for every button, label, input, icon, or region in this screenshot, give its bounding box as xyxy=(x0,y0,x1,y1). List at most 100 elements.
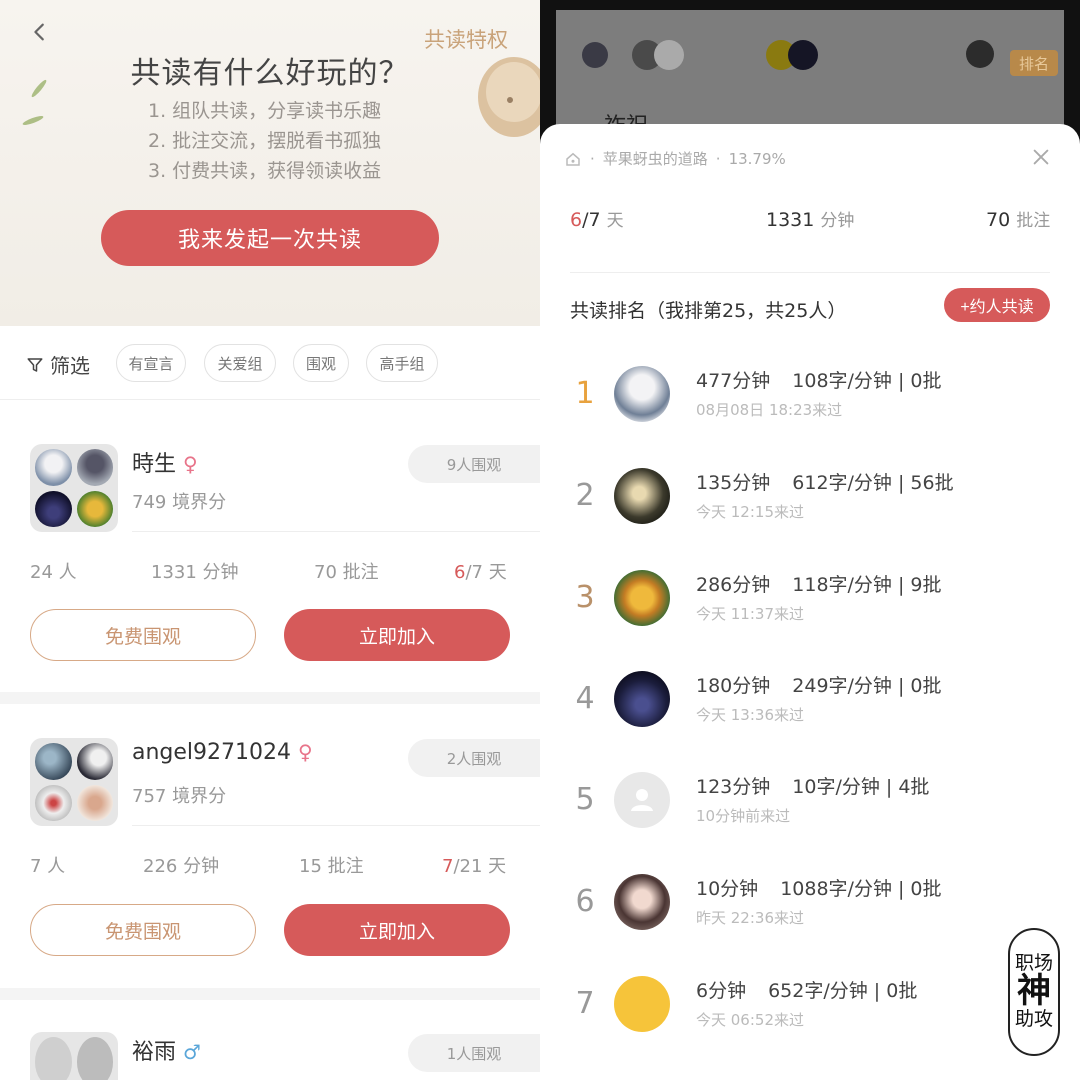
reader-avatar[interactable] xyxy=(614,671,670,727)
rank-stats: 180分钟 249字/分钟 | 0批 xyxy=(696,671,942,698)
rank-row[interactable]: 7 6分钟 652字/分钟 | 0批 今天 06:52来过 xyxy=(540,962,1080,1062)
invite-read-button[interactable]: +约人共读 xyxy=(944,288,1050,322)
member-avatar xyxy=(35,449,72,486)
watcher-count-badge: 2人围观 xyxy=(408,739,540,777)
female-icon: ♀ xyxy=(183,452,198,476)
member-avatar xyxy=(35,784,72,821)
minutes-stat: 1331 分钟 xyxy=(766,206,854,231)
rank-speed-notes: 249字/分钟 | 0批 xyxy=(792,675,942,697)
ranking-title: 共读排名（我排第25，共25人） xyxy=(570,300,847,322)
home-icon xyxy=(566,152,580,166)
filter-chip-declaration[interactable]: 有宣言 xyxy=(116,344,186,382)
rank-row[interactable]: 1 477分钟 108字/分钟 | 0批 08月08日 18:23来过 xyxy=(540,352,1080,452)
free-watch-button[interactable]: 免费围观 xyxy=(30,609,256,661)
default-avatar-icon[interactable] xyxy=(614,772,670,828)
notes-unit: 批注 xyxy=(1016,211,1051,231)
rank-row[interactable]: 6 10分钟 1088字/分钟 | 0批 昨天 22:36来过 xyxy=(540,860,1080,960)
avatar xyxy=(582,42,608,68)
watcher-count-badge: 1人围观 xyxy=(408,1034,540,1072)
group-card[interactable]: 裕雨 ♂ 1人围观 xyxy=(0,1000,540,1080)
male-icon: ♂ xyxy=(183,1040,201,1064)
rank-number: 4 xyxy=(575,681,595,716)
divider xyxy=(132,531,540,532)
days-done: 6 xyxy=(454,562,466,583)
group-leader-name: 時生 ♀ xyxy=(132,446,198,478)
member-avatar xyxy=(35,490,72,527)
member-avatar xyxy=(76,490,113,527)
rank-minutes: 123分钟 xyxy=(696,776,771,798)
last-visit: 今天 06:52来过 xyxy=(696,1011,804,1029)
rank-minutes: 135分钟 xyxy=(696,472,771,494)
member-avatar xyxy=(76,1037,113,1080)
group-leader-name: 裕雨 ♂ xyxy=(132,1034,201,1066)
reader-avatar[interactable] xyxy=(614,570,670,626)
section-separator xyxy=(0,692,540,704)
group-card[interactable]: 時生 ♀ 749 境界分 9人围观 24 人 1331 分钟 70 批注 6/7… xyxy=(0,400,540,690)
last-visit: 08月08日 18:23来过 xyxy=(696,401,843,419)
last-visit: 昨天 22:36来过 xyxy=(696,909,804,927)
minutes-unit: 分钟 xyxy=(820,211,855,231)
group-card[interactable]: angel9271024 ♀ 757 境界分 2人围观 7 人 226 分钟 1… xyxy=(0,704,540,988)
reader-avatar[interactable] xyxy=(614,468,670,524)
last-visit: 今天 12:15来过 xyxy=(696,503,804,521)
rank-speed-notes: 1088字/分钟 | 0批 xyxy=(780,878,942,900)
reader-avatar[interactable] xyxy=(614,366,670,422)
reader-avatar[interactable] xyxy=(614,976,670,1032)
reading-minutes: 226 分钟 xyxy=(143,856,220,877)
book-info: · 苹果蚜虫的道路 · 13.79% xyxy=(564,148,786,169)
rank-stats: 6分钟 652字/分钟 | 0批 xyxy=(696,976,917,1003)
hero-feature-item: 1. 组队共读，分享读书乐趣 xyxy=(148,100,382,122)
hero-feature-item: 3. 付费共读，获得领读收益 xyxy=(148,160,382,182)
rank-number: 7 xyxy=(575,986,595,1021)
hero-banner: 共读特权 共读有什么好玩的？ 1. 组队共读，分享读书乐趣 2. 批注交流，摆脱… xyxy=(0,0,540,326)
avatar xyxy=(654,40,684,70)
rank-number: 6 xyxy=(575,884,595,919)
member-avatar xyxy=(35,1037,72,1080)
avatar xyxy=(966,40,994,68)
free-watch-button[interactable]: 免费围观 xyxy=(30,904,256,956)
join-now-button[interactable]: 立即加入 xyxy=(284,904,510,956)
rank-stats: 286分钟 118字/分钟 | 9批 xyxy=(696,570,942,597)
back-button[interactable] xyxy=(24,16,56,48)
filter-chip-care[interactable]: 关爱组 xyxy=(204,344,276,382)
watcher-count-badge: 9人围观 xyxy=(408,445,540,483)
divider xyxy=(132,825,540,826)
filter-chip-watch[interactable]: 围观 xyxy=(293,344,349,382)
member-count: 7 人 xyxy=(30,856,66,877)
hero-feature-item: 2. 批注交流，摆脱看书孤独 xyxy=(148,130,382,152)
book-title: 苹果蚜虫的道路 xyxy=(602,150,708,168)
rank-speed-notes: 10字/分钟 | 4批 xyxy=(792,776,930,798)
rank-number: 1 xyxy=(575,376,595,411)
filter-button[interactable]: 筛选 xyxy=(26,350,90,379)
dot-separator: · xyxy=(715,149,721,168)
reading-minutes: 1331 分钟 xyxy=(151,562,239,583)
days-progress: 7/21 天 xyxy=(442,852,506,878)
rank-minutes: 286分钟 xyxy=(696,574,771,596)
filter-chip-experts[interactable]: 高手组 xyxy=(366,344,438,382)
rank-row[interactable]: 5 123分钟 10字/分钟 | 4批 10分钟前来过 xyxy=(540,758,1080,858)
last-visit: 今天 11:37来过 xyxy=(696,605,804,623)
watermark-seal: 职场 神 助攻 xyxy=(1008,928,1060,1056)
rank-row[interactable]: 2 135分钟 612字/分钟 | 56批 今天 12:15来过 xyxy=(540,454,1080,554)
start-group-read-button[interactable]: 我来发起一次共读 xyxy=(101,210,439,266)
minutes-value: 1331 xyxy=(766,209,815,231)
hero-feature-list: 1. 组队共读，分享读书乐趣 2. 批注交流，摆脱看书孤独 3. 付费共读，获得… xyxy=(148,96,381,186)
filter-label: 筛选 xyxy=(50,354,90,378)
join-now-button[interactable]: 立即加入 xyxy=(284,609,510,661)
rank-row[interactable]: 4 180分钟 249字/分钟 | 0批 今天 13:36来过 xyxy=(540,657,1080,757)
reader-avatar[interactable] xyxy=(614,874,670,930)
member-count: 24 人 xyxy=(30,562,77,583)
rank-row[interactable]: 3 286分钟 118字/分钟 | 9批 今天 11:37来过 xyxy=(540,556,1080,656)
watermark-text: 神 xyxy=(1017,971,1051,1012)
close-icon[interactable] xyxy=(1030,146,1052,168)
notes-count: 70 批注 xyxy=(314,562,379,583)
rank-stats: 10分钟 1088字/分钟 | 0批 xyxy=(696,874,942,901)
days-done: 7 xyxy=(442,856,454,877)
rank-speed-notes: 108字/分钟 | 0批 xyxy=(792,370,942,392)
leader-name-text: 裕雨 xyxy=(132,1040,177,1065)
group-avatar-grid xyxy=(30,738,118,826)
rank-minutes: 477分钟 xyxy=(696,370,771,392)
screenshot-root: 共读特权 共读有什么好玩的？ 1. 组队共读，分享读书乐趣 2. 批注交流，摆脱… xyxy=(0,0,1080,1080)
group-avatar-grid xyxy=(30,444,118,532)
days-unit: 天 xyxy=(606,211,624,231)
